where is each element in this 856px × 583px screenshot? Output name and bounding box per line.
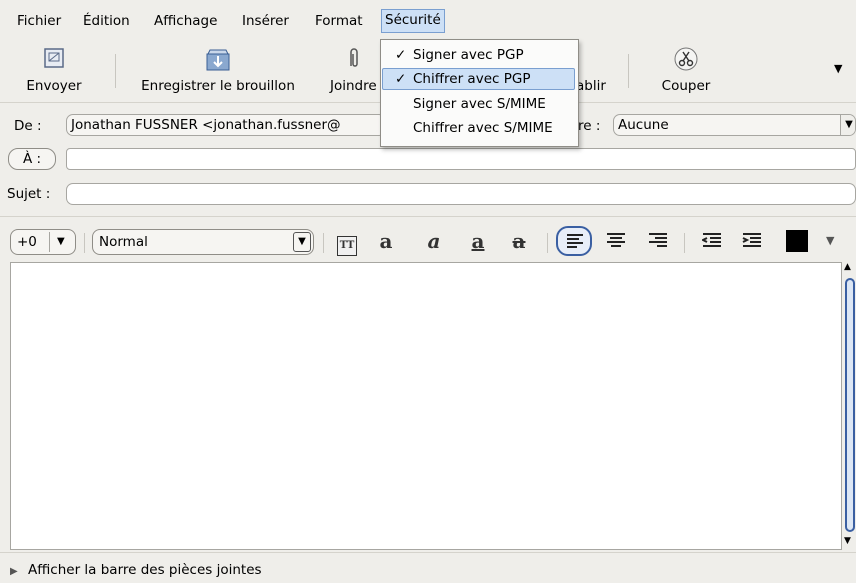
- establish-button[interactable]: ablir: [576, 40, 606, 100]
- divider: [49, 232, 50, 252]
- text-color-swatch[interactable]: [786, 230, 808, 252]
- underline-icon: a: [471, 229, 485, 253]
- attach-button[interactable]: Joindre: [328, 40, 380, 100]
- menu-item-sign-smime[interactable]: Signer avec S/MIME: [382, 93, 575, 115]
- menu-inserer[interactable]: Insérer: [239, 10, 292, 32]
- recipient-type-button[interactable]: À :: [8, 148, 56, 170]
- fixed-width-icon: TT: [337, 236, 357, 256]
- expander-arrow-icon: ▶: [10, 566, 18, 577]
- cut-button[interactable]: Couper: [648, 40, 724, 100]
- indent-icon: [742, 233, 761, 247]
- divider: [0, 552, 856, 553]
- security-menu: ✓ Signer avec PGP ✓ Chiffrer avec PGP Si…: [380, 39, 579, 147]
- menu-item-label: Chiffrer avec S/MIME: [413, 120, 553, 136]
- subject-label: Sujet :: [7, 186, 51, 202]
- italic-icon: a: [427, 229, 441, 253]
- divider: [0, 216, 856, 217]
- from-select[interactable]: Jonathan FUSSNER <jonathan.fussner@: [66, 114, 386, 136]
- send-button[interactable]: Envoyer: [14, 40, 94, 100]
- priority-label: re :: [578, 118, 601, 134]
- priority-select[interactable]: Aucune ▼: [613, 114, 856, 136]
- save-draft-icon: [204, 46, 232, 76]
- checkmark-icon: ✓: [395, 71, 407, 87]
- save-draft-button[interactable]: Enregistrer le brouillon: [128, 40, 308, 100]
- checkmark-icon: ✓: [395, 47, 407, 63]
- chevron-down-icon: ▼: [293, 232, 311, 252]
- attach-label: Joindre: [330, 78, 377, 94]
- menu-item-encrypt-smime[interactable]: Chiffrer avec S/MIME: [382, 117, 575, 139]
- toolbar-separator: [684, 233, 685, 253]
- chevron-down-icon: ▼: [57, 236, 65, 247]
- toolbar-separator: [323, 233, 324, 253]
- save-draft-label: Enregistrer le brouillon: [141, 78, 295, 94]
- menu-item-label: Signer avec PGP: [413, 47, 524, 63]
- establish-label: ablir: [576, 78, 606, 94]
- cut-label: Couper: [661, 78, 711, 94]
- paperclip-icon: [347, 46, 361, 74]
- from-label: De :: [14, 118, 42, 134]
- menu-fichier[interactable]: Fichier: [14, 10, 64, 32]
- chevron-down-icon: ▼: [840, 115, 855, 135]
- align-center-icon: [607, 233, 625, 247]
- toolbar-separator: [547, 233, 548, 253]
- attachments-toggle[interactable]: ▶ Afficher la barre des pièces jointes: [10, 560, 262, 580]
- attachments-toggle-label: Afficher la barre des pièces jointes: [28, 562, 262, 578]
- menu-item-encrypt-pgp[interactable]: ✓ Chiffrer avec PGP: [382, 68, 575, 90]
- indent-button[interactable]: [742, 231, 762, 253]
- paragraph-style-value: Normal: [99, 234, 148, 250]
- scissors-icon: [673, 46, 699, 76]
- align-left-icon: [567, 234, 583, 248]
- menu-bar: Fichier Édition Affichage Insérer Format…: [0, 0, 856, 40]
- bold-button[interactable]: a: [372, 228, 400, 254]
- align-right-button[interactable]: [648, 231, 668, 253]
- toolbar-overflow-chevron-icon[interactable]: ▼: [834, 62, 842, 75]
- outdent-button[interactable]: [700, 231, 722, 253]
- menu-securite[interactable]: Sécurité: [381, 9, 445, 33]
- subject-input[interactable]: [66, 183, 856, 205]
- send-label: Envoyer: [26, 78, 82, 94]
- chevron-down-icon[interactable]: ▼: [826, 234, 834, 247]
- recipient-input[interactable]: [66, 148, 856, 170]
- strikethrough-button[interactable]: a: [505, 228, 533, 254]
- outdent-icon: [700, 233, 721, 247]
- toolbar-separator: [115, 54, 116, 88]
- align-right-icon: [649, 233, 667, 247]
- align-center-button[interactable]: [606, 231, 626, 253]
- menu-edition[interactable]: Édition: [80, 10, 133, 32]
- menu-format[interactable]: Format: [312, 10, 366, 32]
- align-left-button[interactable]: [556, 226, 592, 256]
- toolbar-separator: [84, 233, 85, 253]
- scroll-down-icon[interactable]: ▼: [844, 536, 851, 546]
- priority-value: Aucune: [618, 117, 669, 133]
- underline-button[interactable]: a: [464, 228, 492, 254]
- scroll-up-icon[interactable]: ▲: [844, 262, 851, 272]
- menu-item-label: Chiffrer avec PGP: [413, 71, 531, 87]
- bold-icon: a: [379, 229, 393, 253]
- strikethrough-icon: a: [512, 229, 526, 253]
- scrollbar-thumb[interactable]: [845, 278, 855, 532]
- menu-item-sign-pgp[interactable]: ✓ Signer avec PGP: [382, 44, 575, 66]
- menu-item-label: Signer avec S/MIME: [413, 96, 546, 112]
- font-size-value: +0: [17, 234, 37, 250]
- italic-button[interactable]: a: [420, 228, 448, 254]
- message-body-editor[interactable]: [10, 262, 842, 550]
- paragraph-style-select[interactable]: Normal ▼: [92, 229, 314, 255]
- menu-affichage[interactable]: Affichage: [151, 10, 220, 32]
- toolbar-separator: [628, 54, 629, 88]
- font-size-control[interactable]: +0 ▼: [10, 229, 76, 255]
- send-icon: [42, 46, 66, 74]
- fixed-width-button[interactable]: TT: [333, 228, 361, 256]
